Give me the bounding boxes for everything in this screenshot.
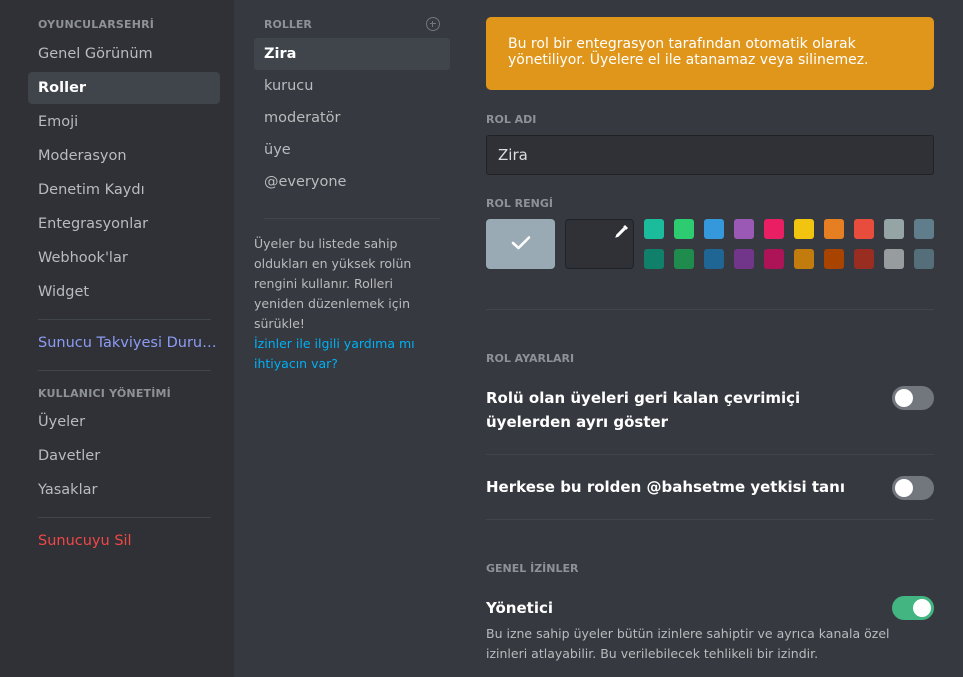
section-divider <box>486 454 934 455</box>
toggle-knob <box>913 599 931 617</box>
sidebar-item-moderation[interactable]: Moderasyon <box>28 140 220 172</box>
color-swatch[interactable] <box>854 249 874 269</box>
color-swatch[interactable] <box>674 249 694 269</box>
administrator-toggle[interactable] <box>892 596 934 620</box>
color-swatch[interactable] <box>734 219 754 239</box>
roles-divider <box>264 218 440 219</box>
section-divider <box>486 519 934 520</box>
sidebar-item-invites[interactable]: Davetler <box>28 440 220 472</box>
role-name-label: ROL ADI <box>486 113 537 126</box>
color-swatch[interactable] <box>644 219 664 239</box>
roles-panel: ROLLER Zira kurucu moderatör üye @everyo… <box>254 0 450 677</box>
administrator-description: Bu izne sahip üyeler bütün izinlere sahi… <box>486 626 890 661</box>
color-swatch[interactable] <box>794 249 814 269</box>
color-swatch[interactable] <box>824 249 844 269</box>
roles-header: ROLLER <box>264 18 312 31</box>
mention-prefix: Herkese bu rolden <box>486 478 647 496</box>
toggle-knob <box>895 479 913 497</box>
role-item-everyone[interactable]: @everyone <box>254 166 450 198</box>
hoist-toggle[interactable] <box>892 386 934 410</box>
roles-info-text: Üyeler bu listede sahip oldukları en yük… <box>254 236 412 331</box>
sidebar-item-integrations[interactable]: Entegrasyonlar <box>28 208 220 240</box>
role-item-uye[interactable]: üye <box>254 134 450 166</box>
permissions-help-link[interactable]: İzinler ile ilgili yardıma mı ihtiyacın … <box>254 334 444 374</box>
sidebar-item-bans[interactable]: Yasaklar <box>28 474 220 506</box>
sidebar-item-widget[interactable]: Widget <box>28 276 220 308</box>
role-settings-main: Bu rol bir entegrasyon tarafından otomat… <box>486 0 934 677</box>
mention-keyword: @bahsetme <box>646 478 746 496</box>
role-item-zira[interactable]: Zira <box>254 38 450 70</box>
color-swatch[interactable] <box>884 219 904 239</box>
sidebar-item-overview[interactable]: Genel Görünüm <box>28 38 220 70</box>
color-swatch[interactable] <box>704 219 724 239</box>
color-swatch[interactable] <box>884 249 904 269</box>
checkmark-icon <box>511 236 531 250</box>
color-swatch[interactable] <box>914 219 934 239</box>
color-swatch[interactable] <box>764 249 784 269</box>
default-color-swatch[interactable] <box>486 219 555 269</box>
hoist-setting-label: Rolü olan üyeleri geri kalan çevrimiçi ü… <box>486 389 801 431</box>
sidebar-item-roles[interactable]: Roller <box>28 72 220 104</box>
color-swatch[interactable] <box>704 249 724 269</box>
sidebar-item-members[interactable]: Üyeler <box>28 406 220 438</box>
color-swatch[interactable] <box>854 219 874 239</box>
role-color-label: ROL RENGİ <box>486 197 553 210</box>
color-swatch[interactable] <box>644 249 664 269</box>
role-item-kurucu[interactable]: kurucu <box>254 70 450 102</box>
user-management-header: KULLANICI YÖNETİMİ <box>38 387 171 400</box>
role-item-moderator[interactable]: moderatör <box>254 102 450 134</box>
sidebar-item-server-boost[interactable]: Sunucu Takviyesi Durumu <box>28 327 220 359</box>
sidebar-divider <box>38 517 211 518</box>
custom-color-picker[interactable] <box>565 219 634 269</box>
integration-warning-banner: Bu rol bir entegrasyon tarafından otomat… <box>486 17 934 90</box>
color-swatch[interactable] <box>674 219 694 239</box>
sidebar-item-audit-log[interactable]: Denetim Kaydı <box>28 174 220 206</box>
sidebar-divider <box>38 370 211 371</box>
color-swatch[interactable] <box>734 249 754 269</box>
sidebar-item-webhooks[interactable]: Webhook'lar <box>28 242 220 274</box>
color-swatch[interactable] <box>824 219 844 239</box>
eyedropper-icon <box>615 225 628 238</box>
settings-sidebar: OYUNCULARSEHRİ Genel Görünüm Roller Emoj… <box>0 0 234 677</box>
mention-suffix: yetkisi tanı <box>745 478 845 496</box>
sidebar-divider <box>38 319 211 320</box>
color-swatch[interactable] <box>764 219 784 239</box>
mention-toggle[interactable] <box>892 476 934 500</box>
administrator-label: Yönetici <box>486 599 553 617</box>
color-swatch[interactable] <box>794 219 814 239</box>
role-settings-label: ROL AYARLARI <box>486 352 575 365</box>
server-name-header: OYUNCULARSEHRİ <box>38 18 155 31</box>
role-name-input[interactable]: Zira <box>486 135 934 175</box>
delete-server-button[interactable]: Sunucuyu Sil <box>28 525 220 557</box>
section-divider <box>486 309 934 310</box>
general-permissions-label: GENEL İZİNLER <box>486 562 579 575</box>
color-swatch[interactable] <box>914 249 934 269</box>
mention-setting-label: Herkese bu rolden @bahsetme yetkisi tanı <box>486 475 846 499</box>
toggle-knob <box>895 389 913 407</box>
sidebar-item-emoji[interactable]: Emoji <box>28 106 220 138</box>
add-role-icon[interactable] <box>426 17 440 31</box>
